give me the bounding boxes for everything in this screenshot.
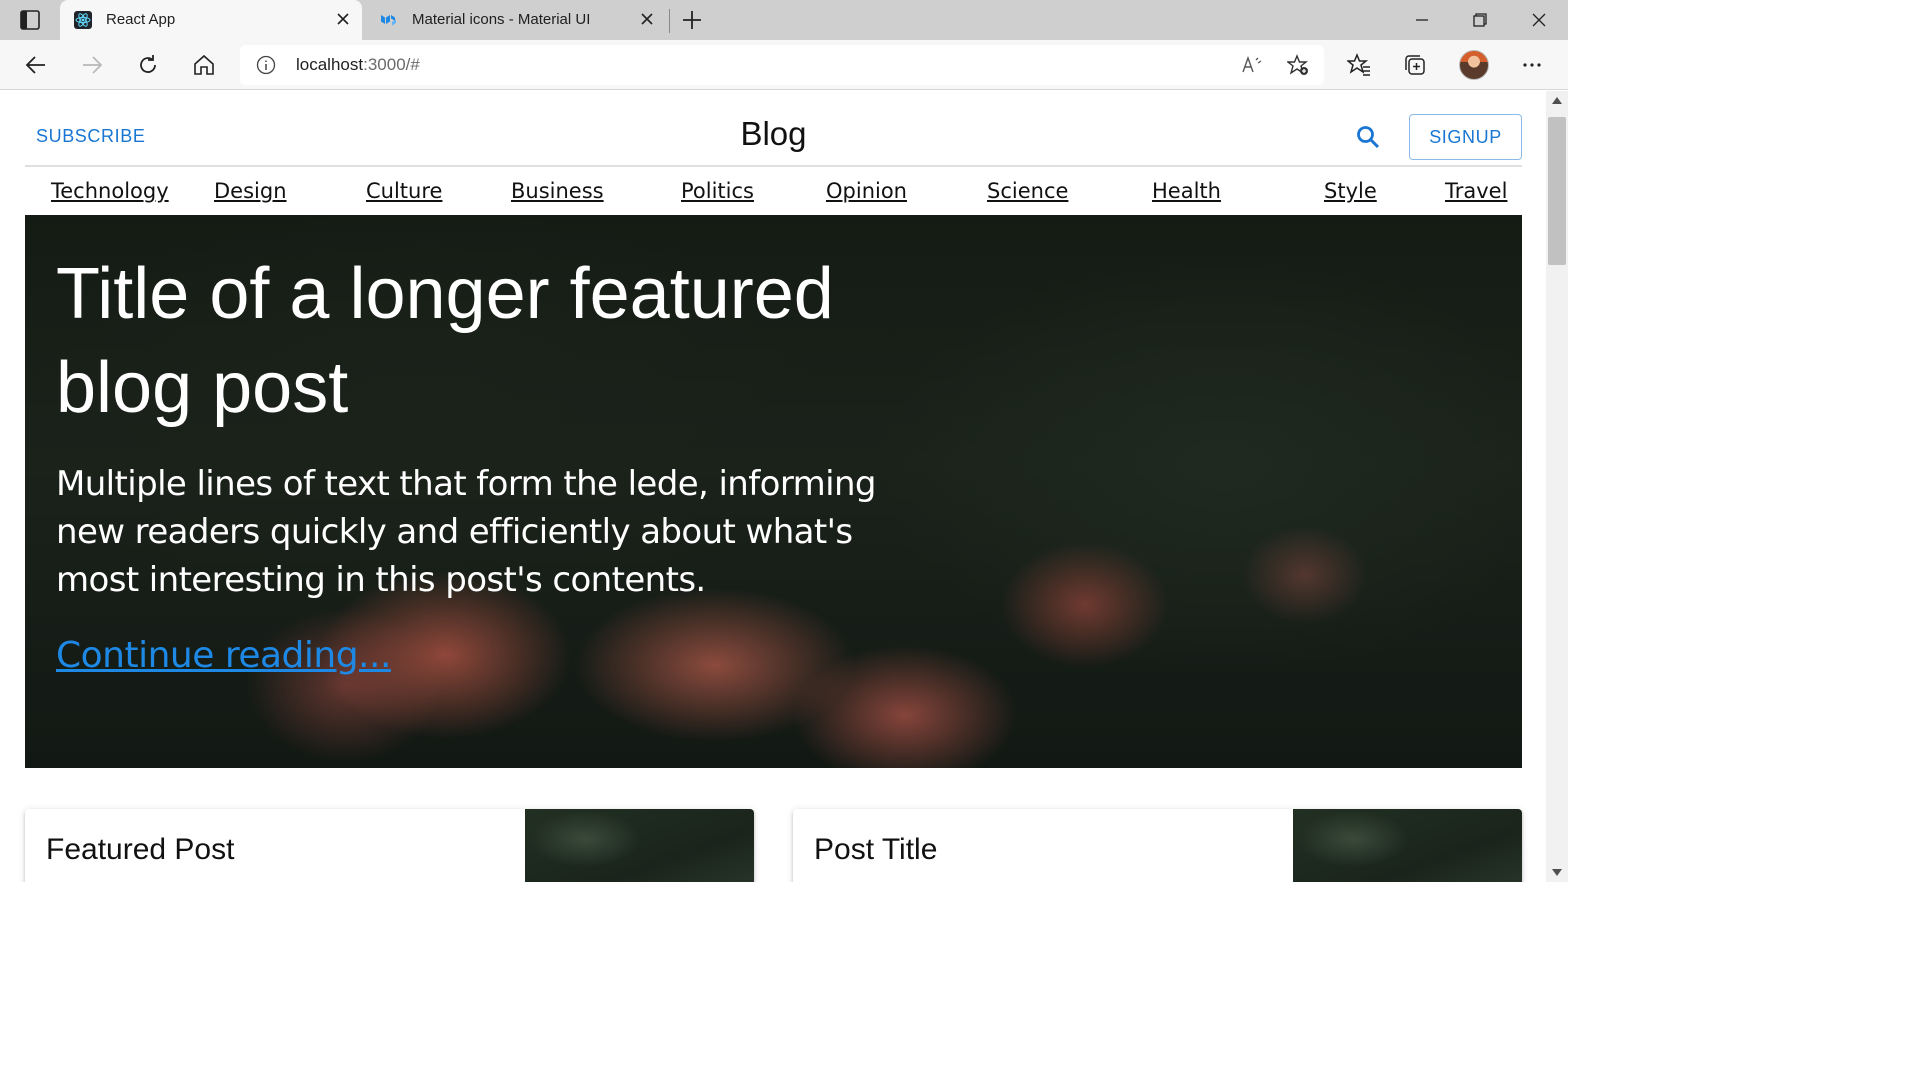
- post-card[interactable]: Featured Post: [25, 809, 754, 882]
- section-link-design[interactable]: Design: [214, 179, 287, 203]
- post-card-image: [525, 809, 754, 882]
- featured-post-title: Title of a longer featured blog post: [56, 254, 834, 428]
- add-favorite-icon[interactable]: [1287, 54, 1309, 76]
- section-link-culture[interactable]: Culture: [366, 179, 442, 203]
- back-icon[interactable]: [24, 53, 48, 77]
- tab-material-icons[interactable]: Material icons - Material UI: [366, 0, 666, 40]
- signup-button[interactable]: SIGNUP: [1409, 114, 1522, 160]
- refresh-icon[interactable]: [136, 53, 160, 77]
- search-icon[interactable]: [1355, 124, 1381, 150]
- section-link-politics[interactable]: Politics: [681, 179, 754, 203]
- forward-icon[interactable]: [80, 53, 104, 77]
- section-link-technology[interactable]: Technology: [51, 179, 169, 203]
- close-tab-icon[interactable]: [640, 12, 654, 26]
- restore-icon[interactable]: [1472, 12, 1488, 28]
- tab-actions-icon[interactable]: [14, 9, 46, 31]
- tab-title: Material icons - Material UI: [412, 11, 591, 28]
- tab-title: React App: [106, 11, 176, 28]
- info-icon[interactable]: [256, 55, 276, 75]
- section-link-science[interactable]: Science: [987, 179, 1068, 203]
- browser-toolbar: localhost:3000/#: [0, 40, 1568, 90]
- url-host: localhost: [296, 55, 364, 74]
- browser-tab-bar: React App Material icons - Material UI: [0, 0, 1568, 40]
- section-link-opinion[interactable]: Opinion: [826, 179, 907, 203]
- section-link-business[interactable]: Business: [511, 179, 604, 203]
- close-tab-icon[interactable]: [336, 12, 350, 26]
- section-link-health[interactable]: Health: [1152, 179, 1221, 203]
- post-card-title: Featured Post: [46, 833, 235, 866]
- scroll-up-icon[interactable]: [1552, 97, 1562, 104]
- read-aloud-icon[interactable]: [1241, 54, 1263, 76]
- collections-icon[interactable]: [1403, 53, 1427, 77]
- profile-avatar[interactable]: [1459, 50, 1489, 80]
- scrollbar-thumb[interactable]: [1548, 117, 1566, 265]
- section-link-travel[interactable]: Travel: [1445, 179, 1507, 203]
- post-card[interactable]: Post Title: [793, 809, 1522, 882]
- page-title: Blog: [740, 115, 807, 152]
- more-options-icon[interactable]: [1520, 53, 1544, 77]
- tab-react-app[interactable]: React App: [60, 0, 362, 40]
- mui-icon: [381, 15, 396, 26]
- section-nav: Technology Design Culture Business Polit…: [25, 169, 1522, 215]
- address-bar[interactable]: localhost:3000/#: [240, 45, 1324, 85]
- post-card-image: [1293, 809, 1522, 882]
- home-icon[interactable]: [192, 53, 216, 77]
- minimize-icon[interactable]: [1414, 12, 1430, 28]
- favorites-icon[interactable]: [1347, 53, 1371, 77]
- scroll-down-icon[interactable]: [1552, 869, 1562, 876]
- page-scrollbar[interactable]: [1546, 91, 1568, 882]
- post-card-title: Post Title: [814, 833, 938, 866]
- blog-header: SUBSCRIBE Blog SIGNUP: [25, 91, 1522, 167]
- main-featured-post: Title of a longer featured blog post Mul…: [25, 215, 1522, 768]
- new-tab-icon[interactable]: [682, 10, 702, 30]
- continue-reading-link[interactable]: Continue reading...: [56, 635, 391, 676]
- url-text: localhost:3000/#: [296, 55, 420, 75]
- page-viewport: SUBSCRIBE Blog SIGNUP Technology Design …: [0, 91, 1546, 882]
- section-link-style[interactable]: Style: [1324, 179, 1377, 203]
- tab-separator: [669, 9, 670, 33]
- close-window-icon[interactable]: [1531, 12, 1547, 28]
- url-path: :3000/#: [363, 55, 420, 74]
- featured-post-description: Multiple lines of text that form the led…: [56, 464, 877, 600]
- react-icon: [74, 11, 92, 29]
